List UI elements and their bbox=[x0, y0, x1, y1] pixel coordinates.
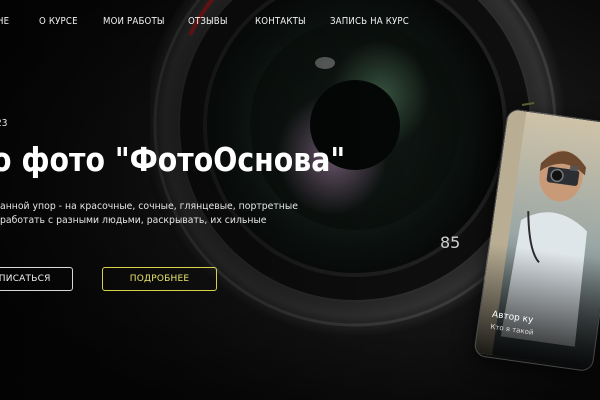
nav-item-home[interactable]: НЕ bbox=[0, 16, 9, 27]
nav-item-reviews[interactable]: ОТЗЫВЫ bbox=[188, 16, 228, 27]
signup-button[interactable]: АПИСАТЬСЯ bbox=[0, 267, 73, 291]
nav-item-contacts[interactable]: КОНТАКТЫ bbox=[255, 16, 306, 27]
top-navigation: НЕ О КУРСЕ МОИ РАБОТЫ ОТЗЫВЫ КОНТАКТЫ ЗА… bbox=[0, 0, 600, 44]
hero-eyebrow: 23 bbox=[0, 118, 8, 129]
more-button[interactable]: ПОДРОБНЕЕ bbox=[102, 267, 217, 291]
hero-description-line: анной упор - на красочные, сочные, глянц… bbox=[0, 201, 298, 212]
nav-item-works[interactable]: МОИ РАБОТЫ bbox=[103, 16, 165, 27]
nav-item-about[interactable]: О КУРСЕ bbox=[39, 16, 78, 27]
hero-description-line: работать с разными людьми, раскрывать, и… bbox=[0, 215, 267, 226]
hero-title: о фото "ФотоОснова" bbox=[0, 140, 346, 179]
hero-section: 85 НЕ О КУРСЕ МОИ РАБОТЫ ОТЗЫВЫ КОНТАКТЫ… bbox=[0, 0, 600, 400]
hero-description: анной упор - на красочные, сочные, глянц… bbox=[0, 200, 298, 228]
nav-item-enroll[interactable]: ЗАПИСЬ НА КУРС bbox=[330, 16, 409, 27]
